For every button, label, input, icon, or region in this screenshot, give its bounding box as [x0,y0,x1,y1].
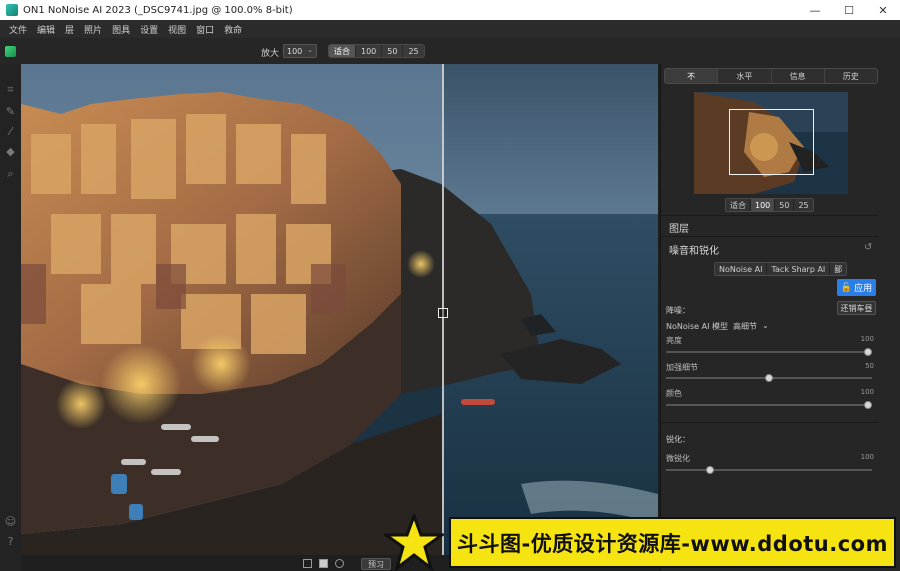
menu-bar: 文件 编辑 层 照片 图具 设置 视图 窗口 救命 [0,20,900,38]
zoom-50-button[interactable]: 50 [382,45,404,57]
undo-button[interactable]: 还销车昼 [837,301,876,315]
app-icon [6,4,18,16]
sharpen-group-label: 锐化： [666,435,690,444]
slider-detail[interactable] [666,374,872,382]
zoom-label: 放大 [261,49,280,59]
nav-zoom-100[interactable]: 100 [751,199,776,211]
module-title: 噪音和锐化 [669,246,719,257]
divider [661,236,879,237]
zoom-100-button[interactable]: 100 [356,45,383,57]
slider-microsharpen[interactable] [666,466,872,474]
crop-icon[interactable]: ⌗ [3,82,18,97]
model-value: 高细节 [733,322,757,331]
tab-navigator[interactable]: 不 [665,69,719,83]
navigator-viewport-frame[interactable] [729,109,814,175]
denoise-group-label: 降噪： [666,306,690,315]
circle-icon[interactable] [335,559,344,568]
slider-detail-label: 加强细节 [666,363,698,372]
model-selector[interactable]: NoNoise AI 模型 高细节 ⌄ [666,321,769,332]
nav-zoom-50[interactable]: 50 [775,199,795,211]
divider [661,422,879,423]
module-icon[interactable] [5,46,16,57]
watermark-text: 斗斗图-优质设计资源库-www.ddotu.com [457,531,888,556]
title-bar: ON1 NoNoise AI 2023 (_DSC9741.jpg @ 100.… [0,0,900,20]
slider-thumb[interactable] [765,374,773,382]
zoom-25-button[interactable]: 25 [403,45,423,57]
slider-microsharpen-value: 100 [860,453,874,461]
right-panel: 不 水平 信息 历史 适合 100 50 25 图层 噪音和锐化 ↺ NoNoi… [660,64,900,571]
slider-color-value: 100 [860,388,874,396]
mask-icon[interactable] [319,559,328,568]
chevron-down-icon: ⌄ [307,46,313,54]
divider [661,215,879,216]
menu-help[interactable]: 救命 [219,23,247,36]
photo-image [21,64,658,555]
slider-luminance[interactable] [666,348,872,356]
help-icon[interactable]: ? [3,534,18,549]
slider-microsharpen-label: 微锐化 [666,454,690,463]
split-handle[interactable] [438,308,448,318]
zoom-presets: 适合 100 50 25 [328,44,425,58]
apply-button[interactable]: 🔓 应用 [837,279,876,296]
retouch-icon[interactable]: ⁄ [3,124,18,139]
menu-photo[interactable]: 照片 [79,23,107,36]
tab-info[interactable]: 信息 [771,69,825,83]
slider-thumb[interactable] [864,401,872,409]
nav-zoom-25[interactable]: 25 [794,199,813,211]
maximize-button[interactable]: ☐ [832,0,866,20]
slider-luminance-label: 亮度 [666,336,682,345]
slider-color-label: 颜色 [666,389,682,398]
star-icon [384,514,444,571]
reset-icon[interactable]: ↺ [864,242,872,253]
apply-label: 应用 [854,284,873,294]
close-button[interactable]: ✕ [866,0,900,20]
nav-zoom-fit[interactable]: 适合 [726,199,751,211]
menu-layer[interactable]: 层 [60,23,79,36]
navigator-zoom-presets: 适合 100 50 25 [725,198,814,212]
chevron-down-icon: ⌄ [762,321,769,330]
menu-view[interactable]: 视图 [163,23,191,36]
engine-tabs: NoNoise AI Tack Sharp AI 鄙 [714,262,848,276]
tab-nonoise-ai[interactable]: NoNoise AI [715,263,768,275]
tab-more[interactable]: 鄙 [830,263,847,275]
zoom-fit-button[interactable]: 适合 [329,45,356,57]
minimize-button[interactable]: — [798,0,832,20]
tab-tack-sharp-ai[interactable]: Tack Sharp AI [767,263,831,275]
menu-tools[interactable]: 图具 [107,23,135,36]
watermark-banner: 斗斗图-优质设计资源库-www.ddotu.com [449,517,896,568]
slider-color[interactable] [666,401,872,409]
model-label: NoNoise AI 模型 [666,322,728,331]
tab-history[interactable]: 历史 [824,69,877,83]
top-toolbar: 放大 100 ⌄ 适合 100 50 25 [0,38,900,64]
brush-icon[interactable]: ✎ [3,104,18,119]
layers-title[interactable]: 图层 [669,220,689,235]
menu-edit[interactable]: 编辑 [32,23,60,36]
eraser-icon[interactable]: ◆ [3,144,18,159]
panel-tabs: 不 水平 信息 历史 [664,68,878,84]
photo-canvas[interactable] [21,64,658,555]
zoom-tool-icon[interactable]: ⌕ [3,166,18,181]
zoom-select-value: 100 [287,46,303,56]
slider-luminance-value: 100 [860,335,874,343]
menu-file[interactable]: 文件 [4,23,32,36]
zoom-select[interactable]: 100 ⌄ [283,44,317,58]
slider-thumb[interactable] [864,348,872,356]
unlock-icon: 🔓 [840,282,853,293]
user-icon[interactable]: ☺ [3,514,18,529]
slider-detail-value: 50 [865,362,874,370]
tool-strip: ⌗ ✎ ⁄ ◆ ⌕ ☺ ? [0,64,21,571]
menu-settings[interactable]: 设置 [135,23,163,36]
window-controls: — ☐ ✕ [798,0,900,20]
window-title: ON1 NoNoise AI 2023 (_DSC9741.jpg @ 100.… [23,4,293,16]
tab-levels[interactable]: 水平 [718,69,772,83]
menu-window[interactable]: 窗口 [191,23,219,36]
compare-icon[interactable] [303,559,312,568]
slider-thumb[interactable] [705,466,714,474]
navigator-preview[interactable] [694,92,848,194]
